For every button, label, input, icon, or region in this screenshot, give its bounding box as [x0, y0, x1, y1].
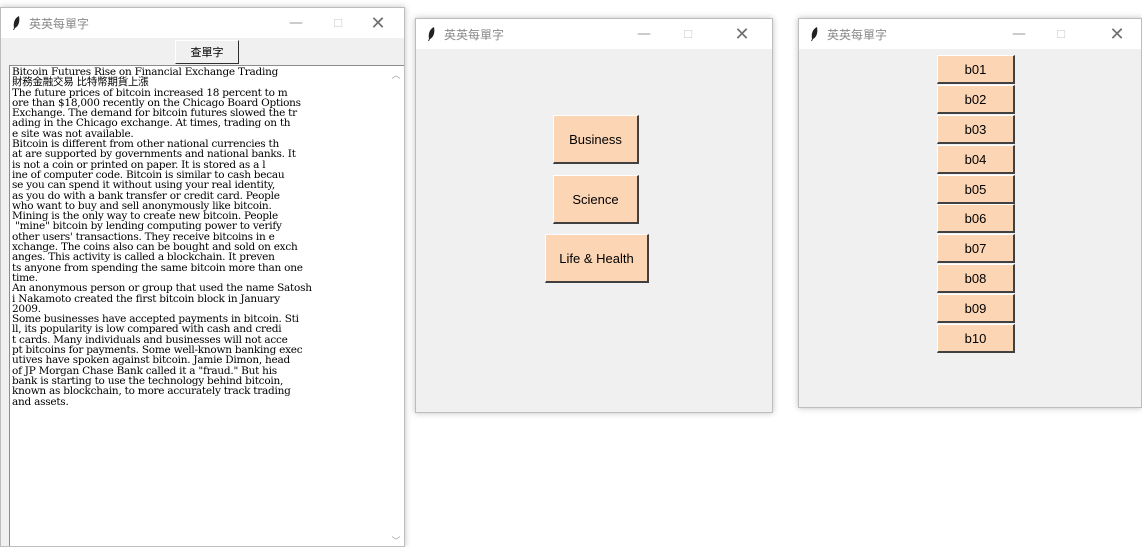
minimize-button[interactable]: —: [999, 19, 1039, 49]
close-button[interactable]: ✕: [722, 19, 762, 49]
word-list-window: 英英每單字 — ☐ ✕ b01 b02 b03 b04 b05 b06 b07 …: [798, 18, 1142, 408]
life-health-button[interactable]: Life & Health: [545, 234, 649, 283]
category-window: 英英每單字 — ☐ ✕ Business Science Life & Heal…: [415, 18, 773, 413]
article-line: ts anyone from spending the same bitcoin…: [12, 261, 303, 274]
word-button-b03[interactable]: b03: [937, 115, 1015, 144]
word-button-b05[interactable]: b05: [937, 175, 1015, 204]
word-button-b07[interactable]: b07: [937, 234, 1015, 263]
window-title: 英英每單字: [444, 27, 505, 42]
article-line: and assets.: [12, 395, 69, 407]
window-title: 英英每單字: [827, 27, 888, 42]
reader-window: 英英每單字 — ☐ ✕ 查單字 Bitcoin Futures Rise on …: [0, 7, 405, 547]
word-button-b08[interactable]: b08: [937, 264, 1015, 293]
maximize-button[interactable]: ☐: [318, 8, 358, 38]
word-button-b06[interactable]: b06: [937, 204, 1015, 233]
maximize-button[interactable]: ☐: [668, 19, 708, 49]
close-button[interactable]: ✕: [1097, 19, 1137, 49]
feather-icon: [13, 16, 20, 30]
article-line: known as blockchain, to more accurately …: [12, 385, 291, 398]
feather-icon: [428, 27, 435, 41]
minimize-button[interactable]: —: [624, 19, 664, 49]
word-button-b10[interactable]: b10: [937, 324, 1015, 353]
feather-icon: [811, 27, 818, 41]
title-bar[interactable]: 英英每單字: [416, 19, 772, 49]
article-line: i Nakamoto created the first bitcoin blo…: [12, 292, 280, 305]
window-title: 英英每單字: [29, 16, 90, 31]
scroll-up-icon[interactable]: ︿: [390, 68, 402, 81]
word-button-b09[interactable]: b09: [937, 294, 1015, 323]
title-bar[interactable]: 英英每單字: [799, 19, 1141, 49]
article-text-area[interactable]: Bitcoin Futures Rise on Financial Exchan…: [9, 65, 404, 547]
business-button[interactable]: Business: [553, 115, 639, 164]
minimize-button[interactable]: —: [276, 8, 316, 38]
close-button[interactable]: ✕: [358, 8, 398, 38]
article-line: An anonymous person or group that used t…: [12, 282, 312, 295]
word-button-b04[interactable]: b04: [937, 145, 1015, 174]
article-text: Bitcoin Futures Rise on Financial Exchan…: [12, 67, 390, 407]
word-button-b02[interactable]: b02: [937, 85, 1015, 114]
lookup-word-button[interactable]: 查單字: [175, 40, 239, 64]
scroll-down-icon[interactable]: ﹀: [390, 534, 402, 547]
word-button-b01[interactable]: b01: [937, 55, 1015, 84]
maximize-button[interactable]: ☐: [1041, 19, 1081, 49]
science-button[interactable]: Science: [553, 175, 639, 224]
